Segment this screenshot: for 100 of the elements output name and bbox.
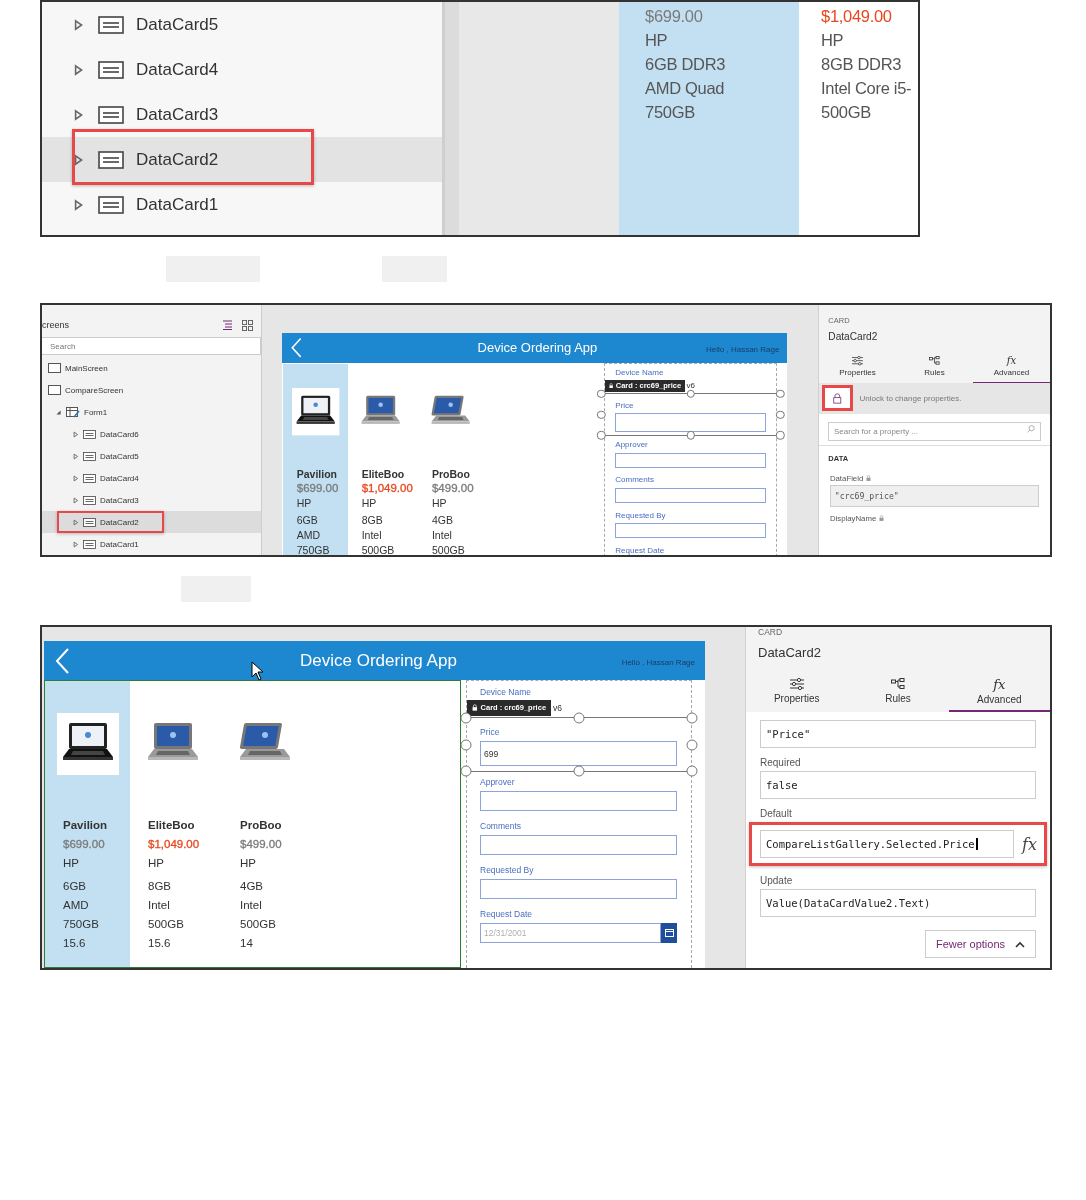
gallery-item[interactable]: EliteBoo $1,049.00 HP 8GB Intel 500GB 15.6	[130, 681, 222, 967]
product-spec: AMD	[295, 528, 322, 543]
resize-handle[interactable]	[597, 431, 606, 440]
formula-glyph: fx	[1006, 355, 1017, 366]
list-view-icon[interactable]	[220, 320, 232, 330]
fewer-options-button[interactable]: Fewer options	[924, 930, 1036, 958]
grid-view-icon[interactable]	[242, 319, 253, 331]
property-field[interactable]: "crc69_price"	[829, 485, 1040, 507]
lock-icon	[472, 704, 478, 711]
property-field[interactable]: Value(DataCardValue2.Text)	[760, 889, 1036, 917]
gallery[interactable]: Pavilion $699.00 HP 6GB AMD 750GB 15.6 EliteBoo $1,049.00 HP 8GB Intel 500GB 15.6 ProBoo $499.00 HP 4GB Intel 500GB 14	[44, 680, 461, 968]
tree-item[interactable]: DataCard4	[84, 59, 219, 80]
expand-triangle-icon[interactable]	[72, 430, 79, 438]
resize-handle[interactable]	[775, 389, 785, 399]
panel-tab[interactable]: Rules	[896, 351, 973, 383]
gallery-item[interactable]: Pavilion $699.00 HP 6GB AMD 750GB 15.6	[45, 681, 130, 967]
resize-handle[interactable]	[573, 712, 585, 724]
panel-tab[interactable]: Properties	[746, 672, 848, 712]
back-icon[interactable]	[54, 646, 70, 675]
panel-tab[interactable]: Properties	[819, 351, 896, 383]
product-brand: HP	[360, 495, 378, 511]
product-spec: Intel	[147, 898, 171, 913]
resize-handle[interactable]	[775, 410, 785, 419]
expand-triangle-icon[interactable]	[72, 496, 79, 504]
gallery-item[interactable]: $699.00 HP 6GB DDR3 AMD Quad 750GB	[619, 2, 799, 235]
resize-handle[interactable]	[597, 410, 606, 419]
expand-triangle-icon[interactable]	[72, 452, 79, 460]
product-detail: 500GB	[821, 102, 872, 123]
panel-tab[interactable]: fx Advanced	[948, 672, 1050, 712]
tree-item[interactable]: DataCard3	[100, 495, 139, 505]
text-field[interactable]	[615, 412, 766, 432]
sliders-icon	[852, 356, 863, 366]
tree-item[interactable]: DataCard2	[84, 149, 219, 170]
tree-item[interactable]: DataCard4	[100, 473, 139, 483]
resize-handle[interactable]	[686, 389, 695, 399]
tree-item[interactable]: CompareScreen	[65, 385, 124, 395]
tree-item[interactable]: MainScreen	[65, 363, 108, 373]
resize-handle[interactable]	[597, 389, 606, 399]
text-field[interactable]	[480, 879, 677, 899]
resize-handle[interactable]	[460, 739, 472, 750]
property-field[interactable]: false	[760, 771, 1036, 799]
text-field[interactable]: 699	[480, 741, 677, 766]
product-spec: 8GB	[147, 879, 172, 894]
resize-handle[interactable]	[460, 712, 472, 724]
tree-item[interactable]: DataCard5	[100, 451, 139, 461]
tree-item[interactable]: Form1	[84, 407, 108, 417]
gallery-item[interactable]: Pavilion $699.00 HP 6GB AMD 750GB	[283, 363, 348, 555]
panel-tab[interactable]: Rules	[847, 672, 949, 712]
text-field[interactable]	[480, 791, 677, 811]
tree-item[interactable]: DataCard5	[84, 14, 219, 35]
gallery-item[interactable]: ProBoo $499.00 HP 4GB Intel 500GB	[418, 363, 489, 555]
product-spec: Intel	[430, 528, 453, 543]
formula-button[interactable]: fx	[1020, 834, 1039, 854]
text-field[interactable]	[480, 835, 677, 855]
field-label: Price	[480, 727, 501, 738]
greeting-text: Hello , Hassan Rage	[621, 658, 695, 667]
expand-triangle-icon[interactable]	[72, 108, 84, 121]
property-search-field[interactable]: Search for a property ...	[828, 422, 1041, 441]
resize-handle[interactable]	[686, 739, 698, 750]
product-brand: HP	[62, 856, 80, 871]
product-name: Pavilion	[62, 818, 109, 833]
tree-item[interactable]: DataCard3	[84, 104, 219, 125]
tree-item[interactable]: DataCard1	[100, 539, 139, 549]
resize-handle[interactable]	[686, 712, 698, 724]
unlock-button[interactable]	[822, 384, 854, 412]
resize-handle[interactable]	[775, 431, 785, 440]
date-field[interactable]: 12/31/2001	[480, 923, 661, 943]
product-spec: 750GB	[62, 917, 100, 932]
collapse-triangle-icon[interactable]	[55, 408, 62, 416]
property-field[interactable]: CompareListGallery.Selected.Price	[760, 830, 1015, 858]
calendar-button[interactable]	[661, 923, 677, 943]
product-name: ProBoo	[430, 466, 471, 482]
screen-icon	[48, 363, 61, 373]
expand-triangle-icon[interactable]	[72, 63, 84, 76]
product-price: $699.00	[62, 837, 106, 852]
scrollbar[interactable]	[442, 2, 459, 235]
text-field[interactable]	[615, 452, 766, 468]
text-field[interactable]	[615, 487, 766, 503]
text-field[interactable]	[615, 522, 766, 539]
product-spec: 4GB	[430, 513, 454, 528]
tree-item[interactable]: DataCard1	[84, 194, 219, 215]
expand-triangle-icon[interactable]	[72, 540, 79, 548]
expand-triangle-icon[interactable]	[72, 198, 84, 211]
resize-handle[interactable]	[686, 765, 698, 777]
flowchart-icon	[891, 678, 905, 690]
tree-item[interactable]: DataCard2	[100, 517, 139, 527]
gallery-item[interactable]: ProBoo $499.00 HP 4GB Intel 500GB 14	[222, 681, 314, 967]
gallery[interactable]: Pavilion $699.00 HP 6GB AMD 750GB EliteBoo $1,049.00 HP 8GB Intel 500GB ProBoo $499.00 HP 4GB Intel 500GB	[282, 362, 601, 555]
expand-triangle-icon[interactable]	[72, 18, 84, 31]
product-price: $699.00	[295, 481, 340, 496]
expand-triangle-icon[interactable]	[72, 518, 79, 526]
panel-tab[interactable]: fx Advanced	[973, 351, 1050, 383]
expand-triangle-icon[interactable]	[72, 474, 79, 482]
search-field[interactable]: Search	[42, 337, 261, 356]
property-field[interactable]: "Price"	[760, 720, 1036, 748]
resize-handle[interactable]	[460, 765, 472, 777]
tree-item[interactable]: DataCard6	[100, 429, 139, 439]
back-icon[interactable]	[289, 337, 302, 359]
gallery-item[interactable]: EliteBoo $1,049.00 HP 8GB Intel 500GB	[347, 363, 419, 555]
screen-icon	[48, 385, 61, 395]
